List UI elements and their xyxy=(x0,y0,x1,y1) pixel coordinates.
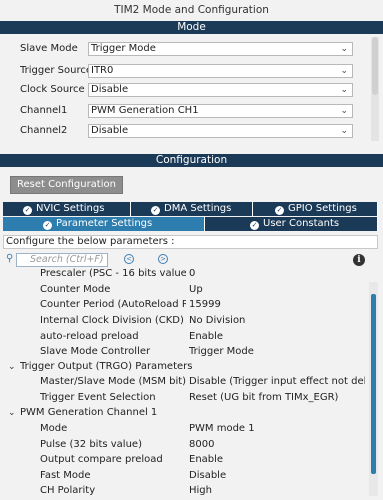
param-name: Fast Mode xyxy=(40,470,91,481)
param-value: Trigger Mode xyxy=(189,346,254,357)
mode-section-header: Mode xyxy=(0,21,383,34)
check-circle-icon: ✓ xyxy=(23,206,32,215)
configuration-section-header: Configuration xyxy=(0,154,383,167)
channel2-select[interactable]: Disable ⌄ xyxy=(88,124,353,138)
parameters-scrollbar-thumb[interactable] xyxy=(371,294,376,474)
param-value: No Division xyxy=(189,315,246,326)
configure-instruction: Configure the below parameters : xyxy=(3,235,378,249)
param-row[interactable]: Output compare preload Enable xyxy=(0,452,366,468)
param-row[interactable]: Counter Mode Up xyxy=(0,282,366,298)
chevron-down-icon: ⌄ xyxy=(340,126,348,136)
expand-arrow-icon[interactable]: ⌄ xyxy=(8,359,16,375)
param-name: Pulse (32 bits value) xyxy=(40,439,142,450)
window-title: TIM2 Mode and Configuration xyxy=(114,4,269,16)
search-placeholder: Search (Ctrl+F) xyxy=(30,254,104,265)
param-value: Enable xyxy=(189,454,224,465)
param-name: Slave Mode Controller xyxy=(40,346,151,357)
chevron-down-icon: ⌄ xyxy=(340,85,348,95)
clock-source-select[interactable]: Disable ⌄ xyxy=(88,83,353,97)
check-circle-icon: ✓ xyxy=(43,221,52,230)
channel1-value: PWM Generation CH1 xyxy=(91,105,199,116)
check-circle-icon: ✓ xyxy=(250,221,259,230)
param-row[interactable]: Pulse (32 bits value) 8000 xyxy=(0,437,366,453)
chevron-down-icon: ⌄ xyxy=(340,66,348,76)
chevron-down-icon: ⌄ xyxy=(340,106,348,116)
clock-source-value: Disable xyxy=(91,84,129,95)
channel1-select[interactable]: PWM Generation CH1 ⌄ xyxy=(88,104,353,118)
slave-mode-select[interactable]: Trigger Mode ⌄ xyxy=(88,42,353,56)
param-name: Trigger Event Selection xyxy=(40,392,156,403)
tab-nvic-settings[interactable]: ✓ NVIC Settings xyxy=(3,202,131,216)
param-value: Enable xyxy=(189,331,224,342)
search-icon: ⚲ xyxy=(6,253,14,264)
param-value: Disable xyxy=(189,470,227,481)
tab-user-constants[interactable]: ✓ User Constants xyxy=(205,217,378,231)
tab-parameter-label: Parameter Settings xyxy=(56,218,153,229)
chevron-down-icon: ⌄ xyxy=(340,44,348,54)
param-value: Disable (Trigger input effect not delaye… xyxy=(189,376,365,387)
search-input[interactable]: Search (Ctrl+F) xyxy=(16,253,108,267)
trigger-source-select[interactable]: ITR0 ⌄ xyxy=(88,64,353,78)
param-value: 0 xyxy=(189,268,196,279)
tab-dma-label: DMA Settings xyxy=(164,203,232,214)
slave-mode-label: Slave Mode xyxy=(20,43,78,54)
param-name: Internal Clock Division (CKD) xyxy=(40,315,184,326)
param-value: Up xyxy=(189,284,203,295)
param-name: CH Polarity xyxy=(40,485,96,496)
clock-source-label: Clock Source xyxy=(20,84,85,95)
param-row[interactable]: Internal Clock Division (CKD) No Division xyxy=(0,313,366,329)
slave-mode-value: Trigger Mode xyxy=(91,43,156,54)
mode-scrollbar[interactable] xyxy=(371,37,379,141)
mode-divider xyxy=(0,141,383,146)
tab-user-constants-label: User Constants xyxy=(263,218,340,229)
channel1-label: Channel1 xyxy=(20,105,68,116)
param-row[interactable]: CH Polarity High xyxy=(0,483,366,499)
param-row[interactable]: Prescaler (PSC - 16 bits value) 0 xyxy=(0,266,366,282)
param-value: PWM mode 1 xyxy=(189,423,255,434)
param-name: Counter Period (AutoReload Re... xyxy=(40,299,186,310)
param-row[interactable]: Counter Period (AutoReload Re...15999 xyxy=(0,297,366,313)
channel2-value: Disable xyxy=(91,125,129,136)
param-row[interactable]: auto-reload preload Enable xyxy=(0,329,366,345)
param-row[interactable]: Master/Slave Mode (MSM bit) Disable (Trig… xyxy=(0,374,366,390)
group-name: PWM Generation Channel 1 xyxy=(20,407,158,418)
tab-parameter-settings[interactable]: ✓ Parameter Settings xyxy=(3,217,205,231)
param-row[interactable]: Mode PWM mode 1 xyxy=(0,421,366,437)
param-row[interactable]: Fast Mode Disable xyxy=(0,468,366,484)
previous-icon[interactable]: < xyxy=(124,254,134,264)
param-value: 8000 xyxy=(189,439,215,450)
mode-scrollbar-thumb[interactable] xyxy=(372,37,378,95)
info-icon[interactable]: i xyxy=(353,254,365,266)
check-circle-icon: ✓ xyxy=(275,206,284,215)
param-value: 15999 xyxy=(189,299,221,310)
tab-gpio-label: GPIO Settings xyxy=(288,203,357,214)
expand-arrow-icon[interactable]: ⌄ xyxy=(8,405,16,421)
tab-gpio-settings[interactable]: ✓ GPIO Settings xyxy=(253,202,378,216)
param-value: High xyxy=(189,485,212,496)
param-value: Reset (UG bit from TIMx_EGR) xyxy=(189,392,339,403)
channel2-label: Channel2 xyxy=(20,125,68,136)
reset-configuration-button[interactable]: Reset Configuration xyxy=(10,176,123,194)
param-name: Mode xyxy=(40,423,68,434)
tab-nvic-label: NVIC Settings xyxy=(36,203,105,214)
param-name: auto-reload preload xyxy=(40,331,139,342)
param-name: Counter Mode xyxy=(40,284,111,295)
parameters-scrollbar[interactable] xyxy=(369,282,378,496)
param-name: Prescaler (PSC - 16 bits value) xyxy=(40,268,186,279)
tab-dma-settings[interactable]: ✓ DMA Settings xyxy=(131,202,253,216)
param-name: Master/Slave Mode (MSM bit) xyxy=(40,376,186,387)
trigger-source-value: ITR0 xyxy=(91,65,114,76)
trigger-source-label: Trigger Source xyxy=(20,65,93,76)
group-name: Trigger Output (TRGO) Parameters xyxy=(20,361,193,372)
param-name: Output compare preload xyxy=(40,454,163,465)
param-row[interactable]: Slave Mode Controller Trigger Mode xyxy=(0,344,366,360)
param-row[interactable]: Trigger Event Selection Reset (UG bit fro… xyxy=(0,390,366,406)
check-circle-icon: ✓ xyxy=(151,206,160,215)
next-icon[interactable]: > xyxy=(158,254,168,264)
